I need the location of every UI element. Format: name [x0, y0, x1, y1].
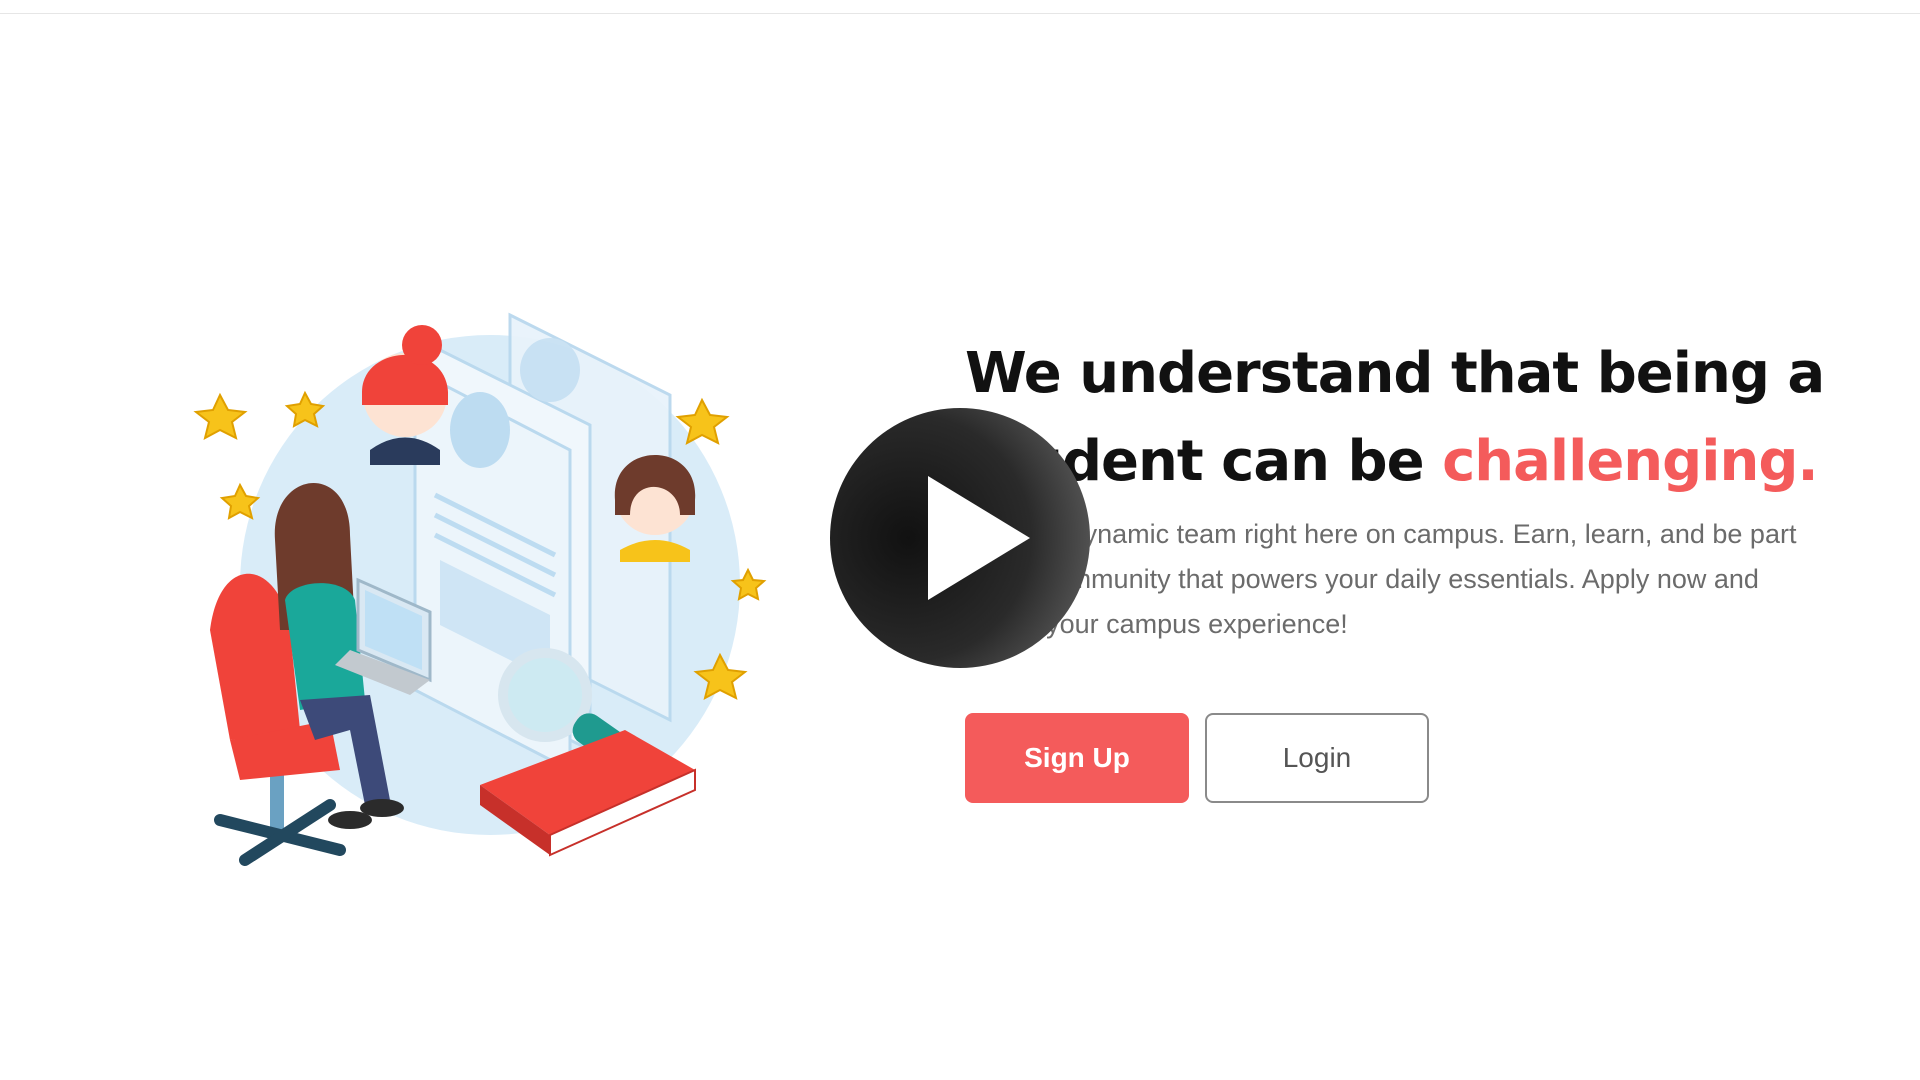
- login-button[interactable]: Login: [1205, 713, 1429, 803]
- student-job-application-illustration: [190, 300, 780, 880]
- cta-buttons: Sign Up Login: [965, 713, 1845, 803]
- top-bar-divider: [0, 0, 1920, 14]
- signup-button[interactable]: Sign Up: [965, 713, 1189, 803]
- illustration-svg: [193, 312, 767, 866]
- hero-content: We understand that being a student can b…: [965, 330, 1845, 803]
- play-icon: [928, 476, 1030, 600]
- landing-page: We understand that being a student can b…: [0, 0, 1920, 1080]
- hero-headline: We understand that being a student can b…: [965, 330, 1845, 506]
- headline-accent: challenging.: [1442, 429, 1819, 494]
- hero-description: Join our dynamic team right here on camp…: [965, 519, 1797, 639]
- video-play-button[interactable]: [830, 408, 1090, 668]
